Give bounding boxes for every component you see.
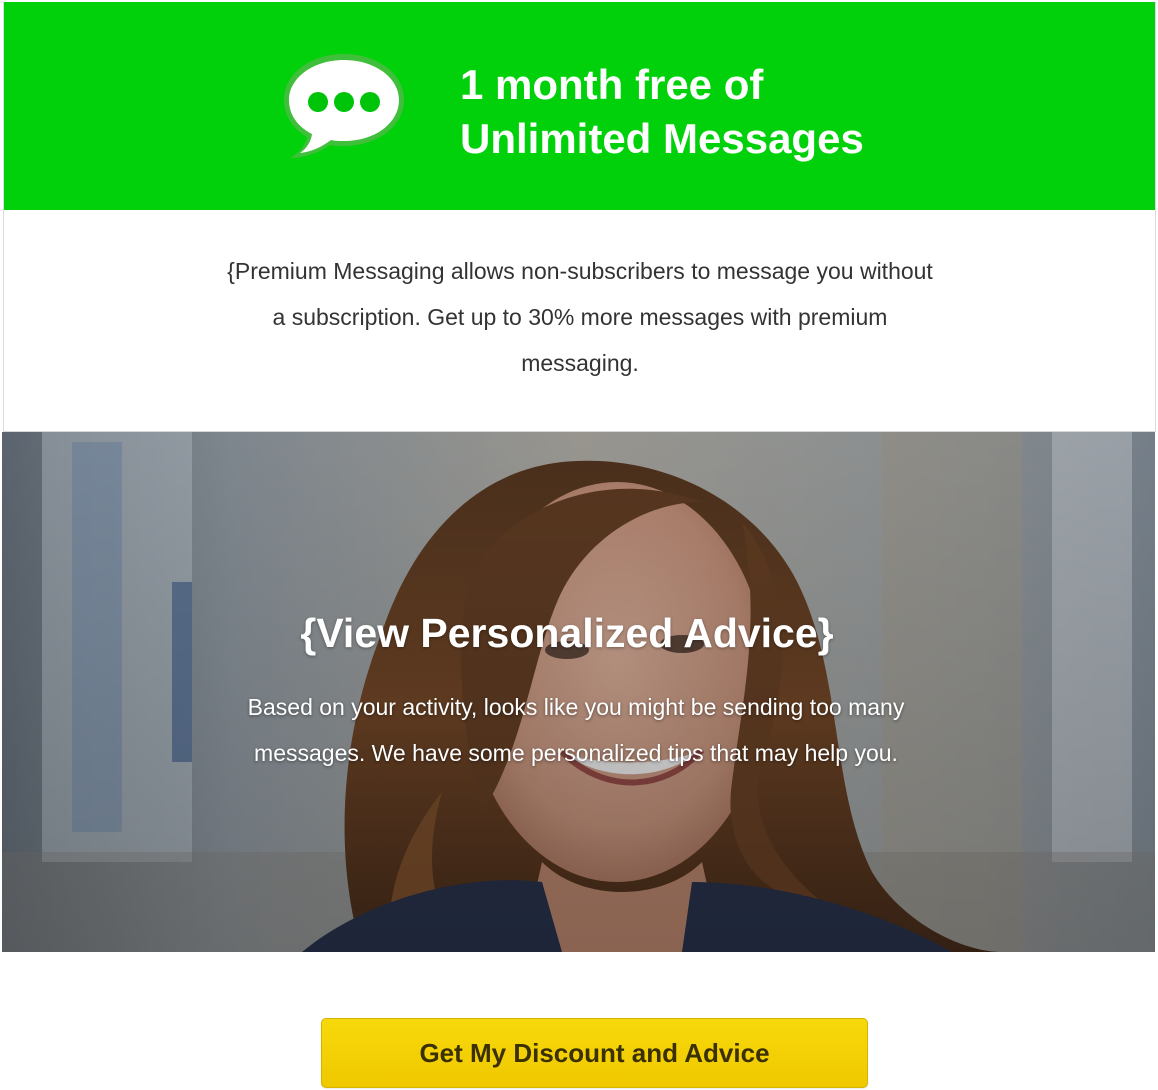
hero-title-line2: Unlimited Messages: [460, 115, 864, 162]
advice-body-text: Based on your activity, looks like you m…: [247, 694, 905, 766]
hero-title-line1: 1 month free of: [460, 61, 764, 108]
advice-title: {View Personalized Advice}: [300, 610, 834, 656]
intro-section: {Premium Messaging allows non-subscriber…: [4, 210, 1156, 432]
advice-photo-section: {View Personalized Advice} Based on your…: [2, 432, 1155, 952]
hero-banner: 1 month free of Unlimited Messages: [4, 2, 1156, 210]
intro-text: {Premium Messaging allows non-subscriber…: [227, 258, 933, 376]
get-discount-button[interactable]: Get My Discount and Advice: [321, 1018, 868, 1088]
hero-title: 1 month free of Unlimited Messages: [460, 58, 864, 166]
chat-bubble-icon: [284, 54, 404, 158]
